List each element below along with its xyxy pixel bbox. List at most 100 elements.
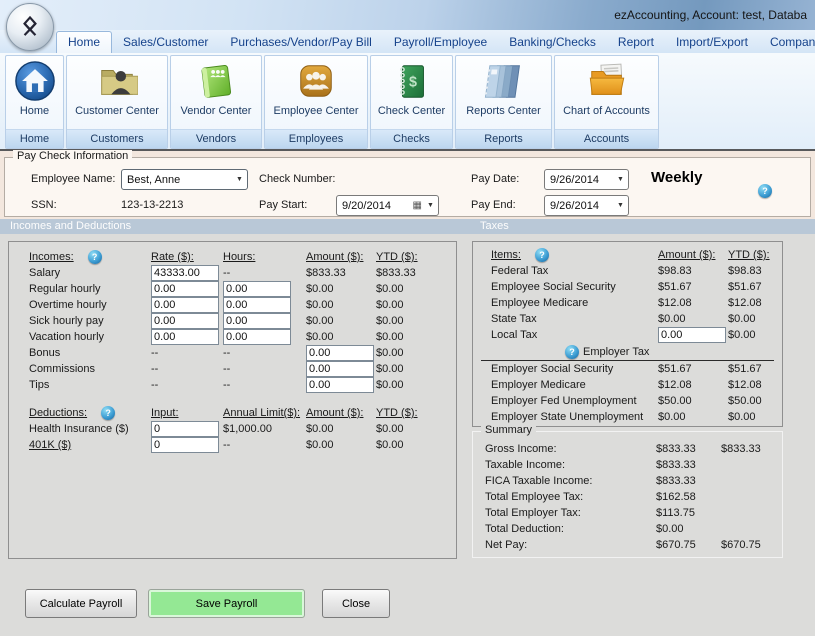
tax-amount: $98.83 [658, 265, 728, 277]
chart-of-accounts-icon [585, 59, 629, 103]
commissions-amount-input[interactable] [306, 361, 374, 377]
taxes-section-header: Taxes [480, 219, 509, 234]
summary-amount: $162.58 [656, 491, 721, 503]
input-header: Input: [151, 407, 223, 419]
main-content: Incomes:? Rate ($): Hours: Amount ($): Y… [0, 234, 815, 636]
home-button[interactable]: Home [6, 56, 63, 129]
employee-name-select[interactable]: Best, Anne ▼ [121, 169, 248, 190]
income-label: Regular hourly [29, 283, 151, 295]
tab-payroll-employee[interactable]: Payroll/Employee [383, 32, 498, 53]
regular-hourly-rate-input[interactable] [151, 281, 219, 297]
income-label: Salary [29, 267, 151, 279]
tax-ytd: $12.08 [728, 297, 782, 309]
income-hours: -- [223, 347, 306, 359]
chevron-down-icon: ▼ [613, 176, 628, 183]
incomes-header-row: Incomes:? Rate ($): Hours: Amount ($): Y… [9, 249, 456, 265]
paycheck-strip: Pay Check Information Employee Name: Bes… [0, 151, 815, 219]
vendor-center-icon [194, 59, 238, 103]
tab-sales-customer[interactable]: Sales/Customer [112, 32, 219, 53]
tax-row-employer-fed-unemployment: Employer Fed Unemployment $50.00 $50.00 [473, 393, 782, 409]
deduction-ytd: $0.00 [376, 423, 456, 435]
deductions-header-row: Deductions:? Input: Annual Limit($): Amo… [9, 405, 456, 421]
overtime-hourly-rate-input[interactable] [151, 297, 219, 313]
vacation-hourly-rate-input[interactable] [151, 329, 219, 345]
summary-label: Net Pay: [485, 539, 656, 551]
income-ytd: $0.00 [376, 363, 456, 375]
chevron-down-icon: ▼ [423, 202, 438, 209]
pay-start-picker[interactable]: 9/20/2014 ▦ ▼ [336, 195, 439, 216]
tab-company[interactable]: Company [759, 32, 815, 53]
tax-label: Employer Social Security [491, 363, 658, 375]
sick-hourly-rate-input[interactable] [151, 313, 219, 329]
vendor-center-button[interactable]: Vendor Center [171, 56, 261, 129]
local-tax-input[interactable] [658, 327, 726, 343]
tax-row-federal: Federal Tax $98.83 $98.83 [473, 263, 782, 279]
check-center-button[interactable]: $ Check Center [371, 56, 452, 129]
income-ytd: $0.00 [376, 315, 456, 327]
help-icon[interactable]: ? [101, 406, 115, 420]
pay-date-select[interactable]: 9/26/2014 ▼ [544, 169, 629, 190]
help-icon[interactable]: ? [88, 250, 102, 264]
vacation-hourly-hours-input[interactable] [223, 329, 291, 345]
deduction-annual-limit: -- [223, 439, 306, 451]
deduction-401k-link[interactable]: 401K ($) [29, 439, 151, 451]
tax-row-employer-social-security: Employer Social Security $51.67 $51.67 [473, 361, 782, 377]
sick-hourly-hours-input[interactable] [223, 313, 291, 329]
toolbar: Home Home Customer Center Customers [0, 53, 815, 149]
tax-row-employer-medicare: Employer Medicare $12.08 $12.08 [473, 377, 782, 393]
employer-tax-label: Employer Tax [583, 346, 649, 358]
tab-report[interactable]: Report [607, 32, 665, 53]
salary-rate-input[interactable] [151, 265, 219, 281]
help-icon[interactable]: ? [535, 248, 549, 262]
app-logo-icon [15, 12, 45, 42]
income-row-salary: Salary -- $833.33 $833.33 [9, 265, 456, 281]
employee-center-button[interactable]: Employee Center [265, 56, 367, 129]
toolbar-button-label: Chart of Accounts [563, 105, 650, 117]
tax-amount: $12.08 [658, 297, 728, 309]
income-amount: $0.00 [306, 315, 376, 327]
paycheck-group-title: Pay Check Information [13, 150, 132, 162]
health-insurance-input[interactable] [151, 421, 219, 437]
toolbar-button-label: Vendor Center [181, 105, 252, 117]
deduction-row-401k: 401K ($) -- $0.00 $0.00 [9, 437, 456, 453]
summary-row-gross-income: Gross Income: $833.33 $833.33 [473, 441, 782, 457]
tab-banking-checks[interactable]: Banking/Checks [498, 32, 607, 53]
summary-amount: $113.75 [656, 507, 721, 519]
close-button[interactable]: Close [322, 589, 390, 618]
summary-group: Summary Gross Income: $833.33 $833.33 Ta… [472, 431, 783, 558]
tab-home[interactable]: Home [56, 31, 112, 53]
regular-hourly-hours-input[interactable] [223, 281, 291, 297]
income-label: Bonus [29, 347, 151, 359]
customer-center-button[interactable]: Customer Center [67, 56, 167, 129]
tax-amount: $0.00 [658, 411, 728, 423]
help-icon[interactable]: ? [565, 345, 579, 359]
toolbar-group-employees: Employee Center Employees [264, 55, 368, 149]
reports-center-button[interactable]: Reports Center [456, 56, 551, 129]
chart-of-accounts-button[interactable]: Chart of Accounts [555, 56, 658, 129]
tax-amount: $51.67 [658, 363, 728, 375]
help-icon[interactable]: ? [758, 184, 772, 198]
tips-amount-input[interactable] [306, 377, 374, 393]
tax-row-state: State Tax $0.00 $0.00 [473, 311, 782, 327]
save-payroll-button[interactable]: Save Payroll [148, 589, 305, 618]
401k-input[interactable] [151, 437, 219, 453]
toolbar-group-home: Home Home [5, 55, 64, 149]
summary-row-net-pay: Net Pay: $670.75 $670.75 [473, 537, 782, 553]
tab-import-export[interactable]: Import/Export [665, 32, 759, 53]
toolbar-group-caption-accounts: Accounts [555, 129, 658, 148]
income-label: Vacation hourly [29, 331, 151, 343]
toolbar-group-customers: Customer Center Customers [66, 55, 168, 149]
titlebar: ezAccounting, Account: test, Databa [0, 0, 815, 31]
pay-end-select[interactable]: 9/26/2014 ▼ [544, 195, 629, 216]
calculate-payroll-button[interactable]: Calculate Payroll [25, 589, 137, 618]
overtime-hourly-hours-input[interactable] [223, 297, 291, 313]
tax-label: Employer Fed Unemployment [491, 395, 658, 407]
summary-label: Total Deduction: [485, 523, 656, 535]
reports-center-icon [482, 59, 526, 103]
summary-amount: $833.33 [656, 443, 721, 455]
bonus-amount-input[interactable] [306, 345, 374, 361]
app-menu-button[interactable] [6, 3, 54, 51]
tab-purchases-vendor-pay-bill[interactable]: Purchases/Vendor/Pay Bill [219, 32, 382, 53]
income-hours: -- [223, 379, 306, 391]
pay-end-value: 9/26/2014 [550, 200, 599, 212]
